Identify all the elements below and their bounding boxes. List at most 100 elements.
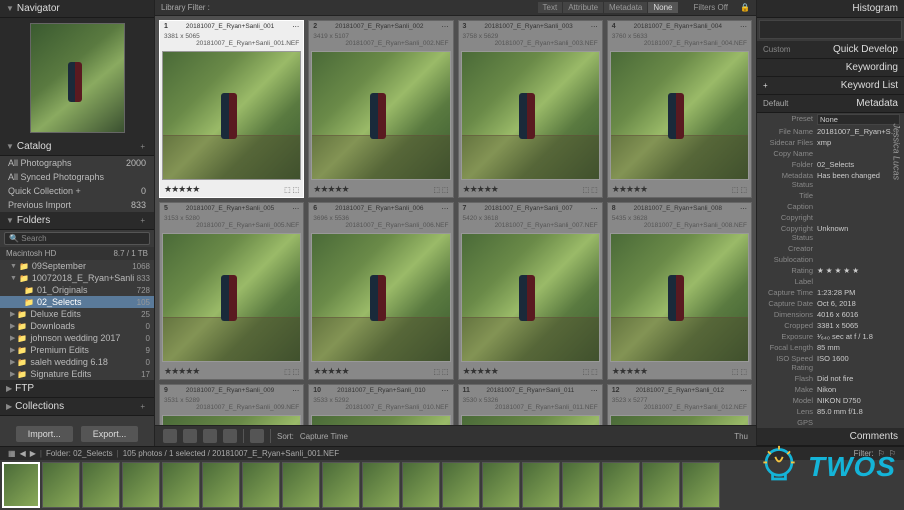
metadata-row: ISO Speed RatingISO 1600: [757, 353, 904, 373]
thumbnail-cell[interactable]: 1120181007_E_Ryan+Sanli_011⋯3530 x 53262…: [458, 384, 603, 425]
filmstrip-thumb[interactable]: [202, 462, 240, 508]
metadata-row: FlashDid not fire: [757, 373, 904, 384]
catalog-row[interactable]: Quick Collection +0: [0, 184, 154, 198]
folder-row[interactable]: 📁02_Selects105: [0, 296, 154, 308]
filmstrip-thumb[interactable]: [82, 462, 120, 508]
filter-tab-attribute[interactable]: Attribute: [563, 2, 603, 13]
filmstrip-thumb[interactable]: [402, 462, 440, 508]
filmstrip-thumb[interactable]: [42, 462, 80, 508]
filter-tab-text[interactable]: Text: [538, 2, 563, 13]
thumbnail-grid: 120181007_E_Ryan+Sanli_001⋯3381 x 506520…: [155, 16, 756, 425]
catalog-row[interactable]: All Photographs2000: [0, 156, 154, 170]
grid-icon[interactable]: ▦: [8, 449, 16, 458]
folder-row[interactable]: ▶📁johnson wedding 20170: [0, 332, 154, 344]
nav-fwd-icon[interactable]: ▶: [30, 449, 36, 458]
ftp-header[interactable]: ▶FTP: [0, 380, 154, 398]
folder-row[interactable]: ▶📁saleh wedding 6.180: [0, 356, 154, 368]
filmstrip-thumb[interactable]: [162, 462, 200, 508]
watermark-text: TWOS: [808, 451, 896, 483]
volume-row[interactable]: Macintosh HD8.7 / 1 TB: [0, 247, 154, 260]
filmstrip-thumb[interactable]: [122, 462, 160, 508]
keywording-header[interactable]: Keywording: [757, 59, 904, 77]
folder-row[interactable]: ▶📁Premium Edits9: [0, 344, 154, 356]
filmstrip-thumb[interactable]: [2, 462, 40, 508]
search-icon: 🔍: [9, 234, 19, 243]
collections-header[interactable]: ▶Collections+: [0, 398, 154, 416]
filmstrip-thumb[interactable]: [602, 462, 640, 508]
sort-label: Sort:: [277, 432, 294, 441]
navigator-header[interactable]: ▼Navigator: [0, 0, 154, 18]
thumbnail-cell[interactable]: 120181007_E_Ryan+Sanli_001⋯3381 x 506520…: [159, 20, 304, 198]
nav-back-icon[interactable]: ◀: [20, 449, 26, 458]
metadata-row: File Name20181007_E_Ryan+Sanli_001.NEF: [757, 126, 904, 137]
keyword-list-header[interactable]: +Keyword List: [757, 77, 904, 95]
filmstrip-thumb[interactable]: [242, 462, 280, 508]
metadata-row: Focal Length85 mm: [757, 342, 904, 353]
filmstrip-thumb[interactable]: [362, 462, 400, 508]
catalog-header[interactable]: ▼Catalog+: [0, 138, 154, 156]
metadata-row: Copy Name: [757, 148, 904, 159]
filter-tab-none[interactable]: None: [648, 2, 677, 13]
metadata-row: Exposure¹⁄₆₄₀ sec at f / 1.8: [757, 331, 904, 342]
thumbnail-cell[interactable]: 820181007_E_Ryan+Sanli_008⋯5435 x 362820…: [607, 202, 752, 380]
compare-view-icon[interactable]: [203, 429, 217, 443]
thumbnail-cell[interactable]: 320181007_E_Ryan+Sanli_003⋯3758 x 562920…: [458, 20, 603, 198]
folder-row[interactable]: 📁01_Originals728: [0, 284, 154, 296]
filmstrip-thumb[interactable]: [442, 462, 480, 508]
metadata-row: Capture DateOct 6, 2018: [757, 298, 904, 309]
filmstrip-thumb[interactable]: [562, 462, 600, 508]
sort-dropdown[interactable]: Capture Time: [300, 432, 348, 441]
metadata-row: Creator: [757, 243, 904, 254]
folder-row[interactable]: ▶📁Signature Edits17: [0, 368, 154, 380]
thumbnail-cell[interactable]: 1020181007_E_Ryan+Sanli_010⋯3533 x 52922…: [308, 384, 453, 425]
survey-view-icon[interactable]: [223, 429, 237, 443]
metadata-row: Metadata StatusHas been changed: [757, 170, 904, 190]
filter-tabs: TextAttributeMetadataNone: [538, 2, 678, 13]
filmstrip-thumb[interactable]: [642, 462, 680, 508]
navigator-preview[interactable]: [0, 18, 154, 138]
metadata-row: Caption: [757, 201, 904, 212]
library-filter-bar: Library Filter : TextAttributeMetadataNo…: [155, 0, 756, 16]
folder-row[interactable]: ▼📁09September1068: [0, 260, 154, 272]
thumbnail-cell[interactable]: 420181007_E_Ryan+Sanli_004⋯3760 x 563320…: [607, 20, 752, 198]
flag-icon[interactable]: [250, 429, 264, 443]
import-button[interactable]: Import...: [16, 426, 73, 442]
grid-toolbar: Sort: Capture Time Thu: [155, 425, 756, 446]
metadata-fields: File Name20181007_E_Ryan+Sanli_001.NEFSi…: [757, 126, 904, 428]
export-button[interactable]: Export...: [81, 426, 139, 442]
quick-develop-header[interactable]: CustomQuick Develop: [757, 41, 904, 59]
thumbnail-cell[interactable]: 220181007_E_Ryan+Sanli_002⋯3419 x 510720…: [308, 20, 453, 198]
metadata-row: Copyright: [757, 212, 904, 223]
thumbnail-cell[interactable]: 720181007_E_Ryan+Sanli_007⋯5420 x 361820…: [458, 202, 603, 380]
filters-off-toggle[interactable]: Filters Off: [694, 3, 729, 12]
histogram-header[interactable]: Histogram: [757, 0, 904, 18]
metadata-row: Label: [757, 276, 904, 287]
folder-row[interactable]: ▶📁Deluxe Edits25: [0, 308, 154, 320]
filmstrip-thumb[interactable]: [522, 462, 560, 508]
loupe-view-icon[interactable]: [183, 429, 197, 443]
lightbulb-icon: [756, 444, 802, 490]
thumbnail-cell[interactable]: 920181007_E_Ryan+Sanli_009⋯3531 x 528920…: [159, 384, 304, 425]
folder-row[interactable]: ▼📁10072018_E_Ryan+Sanli833: [0, 272, 154, 284]
folder-row[interactable]: ▶📁Downloads0: [0, 320, 154, 332]
metadata-row: GPS: [757, 417, 904, 428]
thumbnail-cell[interactable]: 520181007_E_Ryan+Sanli_005⋯3153 x 528020…: [159, 202, 304, 380]
filter-tab-metadata[interactable]: Metadata: [604, 2, 647, 13]
filmstrip-thumb[interactable]: [482, 462, 520, 508]
filmstrip-thumb[interactable]: [682, 462, 720, 508]
catalog-row[interactable]: Previous Import833: [0, 198, 154, 212]
metadata-row: Sublocation: [757, 254, 904, 265]
folder-search-input[interactable]: 🔍 Search: [4, 232, 150, 245]
folders-header[interactable]: ▼Folders+: [0, 212, 154, 230]
filmstrip-folder[interactable]: Folder: 02_Selects: [46, 449, 113, 458]
thumbnail-cell[interactable]: 620181007_E_Ryan+Sanli_006⋯3696 x 553620…: [308, 202, 453, 380]
thumbnail-cell[interactable]: 1220181007_E_Ryan+Sanli_012⋯3523 x 52772…: [607, 384, 752, 425]
preset-dropdown[interactable]: None: [817, 114, 900, 125]
grid-view-icon[interactable]: [163, 429, 177, 443]
filmstrip-thumb[interactable]: [322, 462, 360, 508]
preset-label: Preset: [761, 114, 817, 125]
filmstrip-thumb[interactable]: [282, 462, 320, 508]
metadata-header[interactable]: DefaultMetadata: [757, 95, 904, 113]
catalog-row[interactable]: All Synced Photographs: [0, 170, 154, 184]
lock-icon[interactable]: 🔒: [740, 3, 750, 12]
